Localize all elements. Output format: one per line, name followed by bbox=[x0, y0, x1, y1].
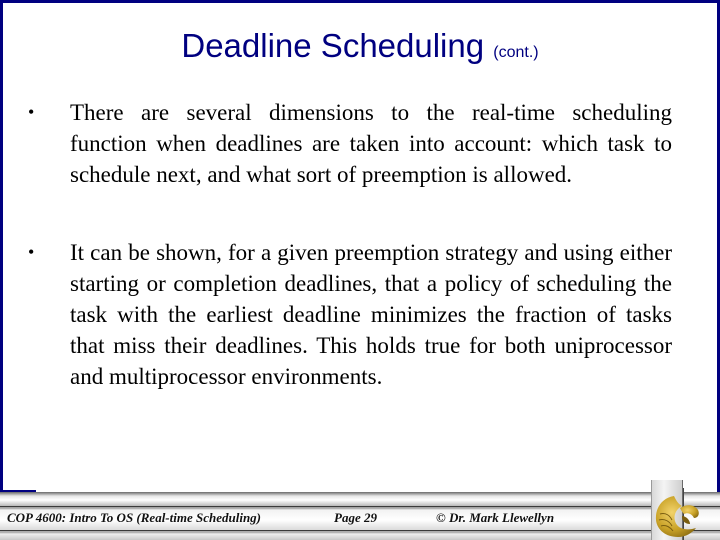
slide-border-top bbox=[0, 0, 720, 3]
footer-course-label: COP 4600: Intro To OS (Real-time Schedul… bbox=[7, 510, 262, 525]
logo-detail bbox=[682, 516, 690, 524]
bullet-item-1: • There are several dimensions to the re… bbox=[28, 97, 672, 190]
slide-border-left bbox=[0, 0, 3, 492]
slide-title: Deadline Scheduling (cont.) bbox=[0, 26, 720, 73]
slide: Deadline Scheduling (cont.) • There are … bbox=[0, 0, 720, 540]
bullet-item-2: • It can be shown, for a given preemptio… bbox=[28, 237, 672, 392]
footer-copyright: © Dr. Mark Llewellyn bbox=[436, 510, 555, 525]
footer-divider-top bbox=[0, 506, 720, 507]
slide-title-text: Deadline Scheduling bbox=[181, 27, 485, 64]
bullet-text: It can be shown, for a given preemption … bbox=[70, 240, 672, 389]
footer-tab-accent bbox=[0, 490, 36, 492]
bullet-marker: • bbox=[28, 102, 35, 122]
footer-page-number: Page 29 bbox=[334, 510, 377, 525]
ucf-pegasus-logo-icon bbox=[655, 496, 699, 537]
footer-divider-bottom bbox=[0, 530, 720, 531]
logo-body bbox=[655, 496, 696, 537]
slide-title-suffix: (cont.) bbox=[493, 44, 539, 61]
bullet-text: There are several dimensions to the real… bbox=[70, 100, 672, 187]
bullet-marker: • bbox=[28, 242, 35, 262]
